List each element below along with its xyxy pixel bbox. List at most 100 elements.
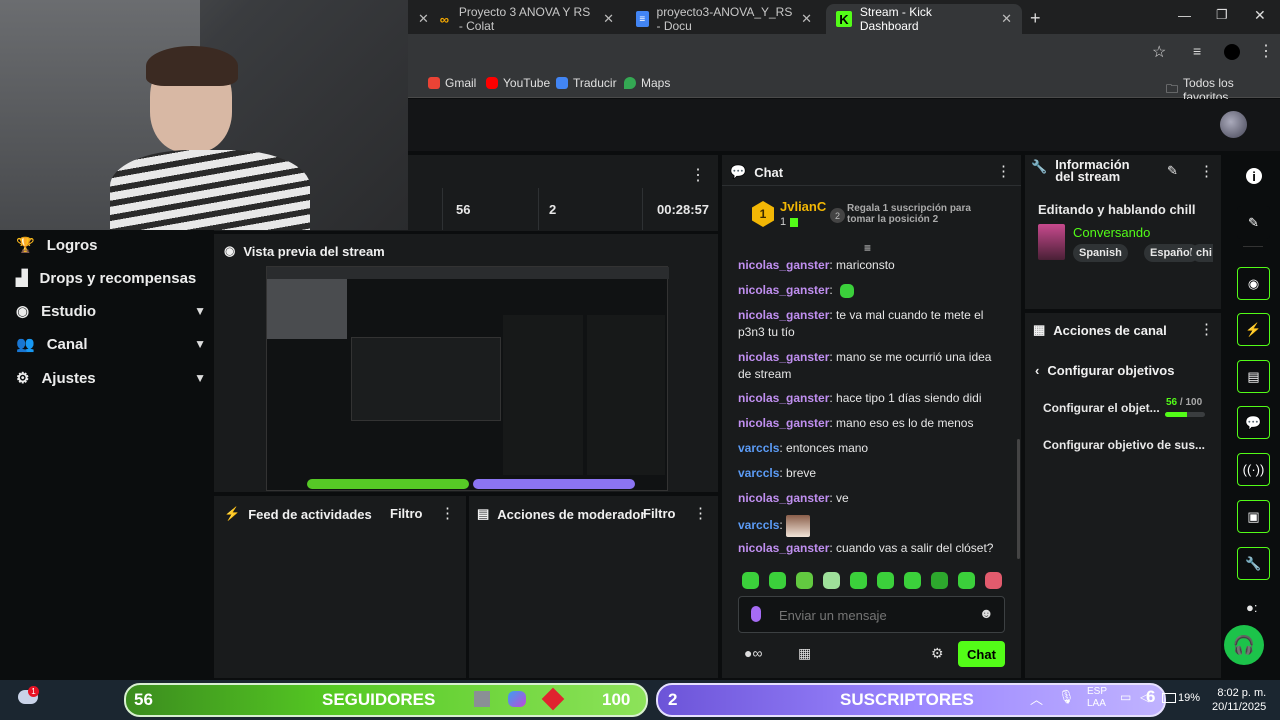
chat-input-box[interactable]: ☻: [738, 596, 1005, 633]
back-to-goals[interactable]: ‹ Configurar objetivos: [1035, 363, 1174, 378]
bookmark-maps[interactable]: Maps: [624, 76, 670, 90]
tag-pill[interactable]: chi: [1191, 244, 1213, 262]
maximize-button[interactable]: ❐: [1216, 7, 1228, 23]
stream-video[interactable]: [266, 266, 669, 491]
video-button[interactable]: ▣: [1237, 500, 1270, 533]
emote-icon[interactable]: [931, 572, 948, 589]
bolt-button[interactable]: ⚡: [1237, 313, 1270, 346]
chat-icon: 💬: [730, 164, 747, 179]
chat-button[interactable]: 💬: [1237, 406, 1270, 439]
chevron-up-icon[interactable]: ︿: [1030, 689, 1043, 708]
profile-avatar[interactable]: [1224, 44, 1240, 60]
wrench-icon: 🔧: [1031, 159, 1048, 174]
microphone-icon[interactable]: [751, 606, 761, 622]
more-icon[interactable]: ⋮: [996, 162, 1011, 180]
microphone-tray-icon[interactable]: 🎙: [1058, 689, 1075, 705]
emote-icon[interactable]: [823, 572, 840, 589]
edit-layout-button[interactable]: ✎: [1237, 206, 1270, 239]
document-button[interactable]: ▤: [1237, 360, 1270, 393]
emote-icon[interactable]: [840, 283, 855, 298]
bookmark-traducir[interactable]: Traducir: [556, 76, 617, 90]
tab-kick-dashboard[interactable]: K Stream - Kick Dashboard ✕: [826, 4, 1022, 34]
emote-icon[interactable]: [850, 572, 867, 589]
more-icon[interactable]: ⋮: [1199, 320, 1214, 338]
points-icon[interactable]: ●∞: [744, 645, 762, 661]
taskbar-app-icon[interactable]: [474, 691, 490, 707]
nav-drops[interactable]: ▟ Drops y recompensas: [16, 269, 206, 288]
nav-estudio[interactable]: ◉ Estudio ▼: [16, 302, 206, 321]
chat-input[interactable]: [779, 605, 969, 625]
store-icon[interactable]: ▦: [798, 645, 811, 662]
camera-button[interactable]: ◉: [1237, 267, 1270, 300]
nav-ajustes[interactable]: ⚙ Ajustes ▼: [16, 369, 206, 388]
mod-filter-button[interactable]: Filtro: [643, 506, 676, 521]
nav-canal[interactable]: 👥 Canal ▼: [16, 335, 206, 354]
emote-icon[interactable]: [877, 572, 894, 589]
bookmark-label: Gmail: [445, 76, 477, 90]
emote-icon[interactable]: [769, 572, 786, 589]
tab-colab[interactable]: ∞ Proyecto 3 ANOVA Y RS - Colat ✕: [428, 4, 624, 34]
nav-logros[interactable]: 🏆 Logros: [16, 236, 206, 255]
chat-image[interactable]: [786, 515, 811, 537]
menu-icon[interactable]: ⋮: [1258, 41, 1274, 61]
bookmark-gmail[interactable]: Gmail: [428, 76, 476, 90]
broadcast-button[interactable]: ((·)): [1237, 453, 1270, 486]
chat-username[interactable]: varccls: [738, 441, 779, 455]
more-icon[interactable]: ⋮: [440, 504, 455, 522]
language-indicator[interactable]: ESP LAA: [1087, 686, 1107, 710]
tag-pill[interactable]: Spanish: [1073, 244, 1128, 262]
close-icon[interactable]: ✕: [1001, 11, 1012, 27]
chat-scroll-icon[interactable]: ≡: [864, 241, 871, 255]
feed-filter-button[interactable]: Filtro: [390, 506, 423, 521]
close-icon[interactable]: ✕: [801, 11, 812, 27]
chat-username[interactable]: nicolas_ganster: [738, 350, 829, 364]
user-avatar[interactable]: [1220, 111, 1247, 138]
date: 20/11/2025: [1212, 701, 1267, 713]
minimize-button[interactable]: —: [1178, 8, 1191, 23]
tab-close-partial[interactable]: ✕: [408, 4, 429, 34]
chat-username[interactable]: varccls: [738, 466, 779, 480]
chat-username[interactable]: nicolas_ganster: [738, 491, 829, 505]
tab-docs[interactable]: ≡ proyecto3-ANOVA_Y_RS - Docu ✕: [626, 4, 822, 34]
support-headset-icon[interactable]: 🎧: [1224, 625, 1264, 665]
emote-icon[interactable]: [796, 572, 813, 589]
close-icon[interactable]: ✕: [603, 11, 614, 27]
info-icon[interactable]: i: [1246, 168, 1262, 184]
star-icon[interactable]: ☆: [1152, 42, 1166, 62]
chat-username[interactable]: nicolas_ganster: [738, 541, 829, 555]
chat-username[interactable]: nicolas_ganster: [738, 258, 829, 272]
more-icon[interactable]: ⋮: [690, 165, 706, 185]
settings-icon[interactable]: ⚙: [931, 645, 944, 662]
goal-followers[interactable]: Configurar el objet...: [1043, 401, 1160, 415]
battery-icon[interactable]: [1162, 693, 1176, 703]
more-icon[interactable]: ⋮: [693, 504, 708, 522]
chat-username[interactable]: varccls: [738, 518, 779, 532]
bookmark-youtube[interactable]: YouTube: [486, 76, 550, 90]
clock[interactable]: 8:02 p. m. 20/11/2025: [1212, 686, 1266, 714]
chat-username[interactable]: nicolas_ganster: [738, 391, 829, 405]
window-close-button[interactable]: ✕: [1254, 7, 1266, 24]
top-gifter-name[interactable]: JvlianC: [780, 199, 826, 214]
emote-icon[interactable]: [985, 572, 1002, 589]
chat-username[interactable]: nicolas_ganster: [738, 283, 829, 297]
more-icon[interactable]: ⋮: [1199, 162, 1214, 180]
chat-username[interactable]: nicolas_ganster: [738, 416, 829, 430]
new-tab-button[interactable]: +: [1030, 8, 1041, 29]
emoji-icon[interactable]: ☻: [979, 605, 994, 621]
copilot-icon[interactable]: [508, 691, 526, 707]
folder-icon: 🗀: [1166, 81, 1179, 96]
emote-icon[interactable]: [958, 572, 975, 589]
category-thumbnail[interactable]: [1038, 224, 1065, 260]
wrench-button[interactable]: 🔧: [1237, 547, 1270, 580]
emote-icon[interactable]: [904, 572, 921, 589]
media-icon[interactable]: ≡: [1193, 43, 1201, 59]
edit-icon[interactable]: ✎: [1167, 163, 1178, 179]
category-name[interactable]: Conversando: [1073, 225, 1150, 240]
emote-icon[interactable]: [742, 572, 759, 589]
network-icon[interactable]: ▭: [1120, 690, 1131, 704]
send-chat-button[interactable]: Chat: [958, 641, 1005, 667]
goal-subscribers[interactable]: Configurar objetivo de sus...: [1043, 438, 1205, 452]
chat-username[interactable]: nicolas_ganster: [738, 308, 829, 322]
apps-icon[interactable]: ●:: [1246, 600, 1257, 615]
chat-scrollbar[interactable]: [1017, 439, 1020, 559]
